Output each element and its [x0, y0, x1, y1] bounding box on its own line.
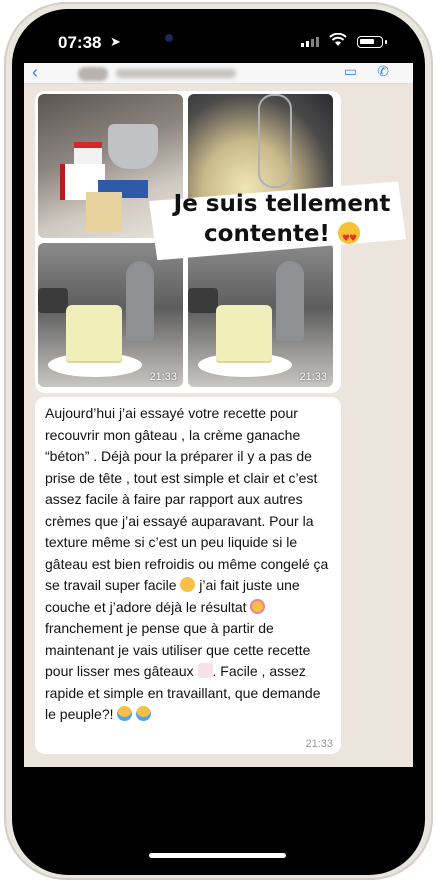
sticker-caption: Je suis tellement contente! — [152, 189, 412, 254]
contact-name-blurred[interactable] — [116, 69, 236, 78]
message-text: Aujourd’hui j’ai essayé votre recette po… — [45, 403, 335, 726]
ok-hand-emoji-icon — [180, 577, 196, 592]
chat-screen: ‹ ▭ ✆ 21:33 21:33 Je suis tellement cont… — [24, 63, 413, 767]
laughing-emoji-icon — [117, 706, 133, 721]
home-indicator[interactable] — [149, 853, 286, 858]
cake-emoji-icon — [197, 663, 213, 678]
message-part-1: Aujourd’hui j’ai essayé votre recette po… — [45, 405, 329, 593]
wifi-icon — [329, 33, 347, 46]
status-bar: 07:38 ➤ — [12, 9, 425, 69]
phone-icon[interactable]: ✆ — [377, 63, 389, 80]
location-arrow-icon: ➤ — [110, 34, 121, 49]
heart-eyes-emoji-icon — [337, 222, 360, 254]
sticker-line-1: Je suis tellement — [173, 191, 391, 217]
status-time: 07:38 — [58, 33, 102, 52]
chevron-left-icon[interactable]: ‹ — [32, 63, 38, 81]
avatar[interactable] — [78, 67, 108, 81]
sticker-line-2: contente! — [204, 221, 330, 247]
smiling-hearts-emoji-icon — [250, 598, 266, 614]
message-timestamp: 21:33 — [305, 738, 333, 750]
battery-fill — [360, 39, 375, 44]
image-timestamp: 21:33 — [299, 371, 327, 383]
battery-icon — [357, 36, 387, 48]
cake-mixer-photo-2[interactable]: 21:33 — [188, 243, 333, 387]
phone-body: 07:38 ➤ ‹ ▭ ✆ 21:33 21:33 Je suis tellem… — [12, 9, 425, 875]
laughing-emoji-icon — [136, 706, 152, 721]
front-camera — [165, 34, 173, 42]
chat-header: ‹ ▭ ✆ — [24, 63, 413, 84]
video-call-icon[interactable]: ▭ — [344, 63, 357, 80]
cake-mixer-photo-1[interactable]: 21:33 — [38, 243, 183, 387]
signal-icon — [301, 37, 319, 47]
image-timestamp: 21:33 — [149, 371, 177, 383]
text-message-bubble[interactable]: Aujourd’hui j’ai essayé votre recette po… — [35, 397, 341, 754]
